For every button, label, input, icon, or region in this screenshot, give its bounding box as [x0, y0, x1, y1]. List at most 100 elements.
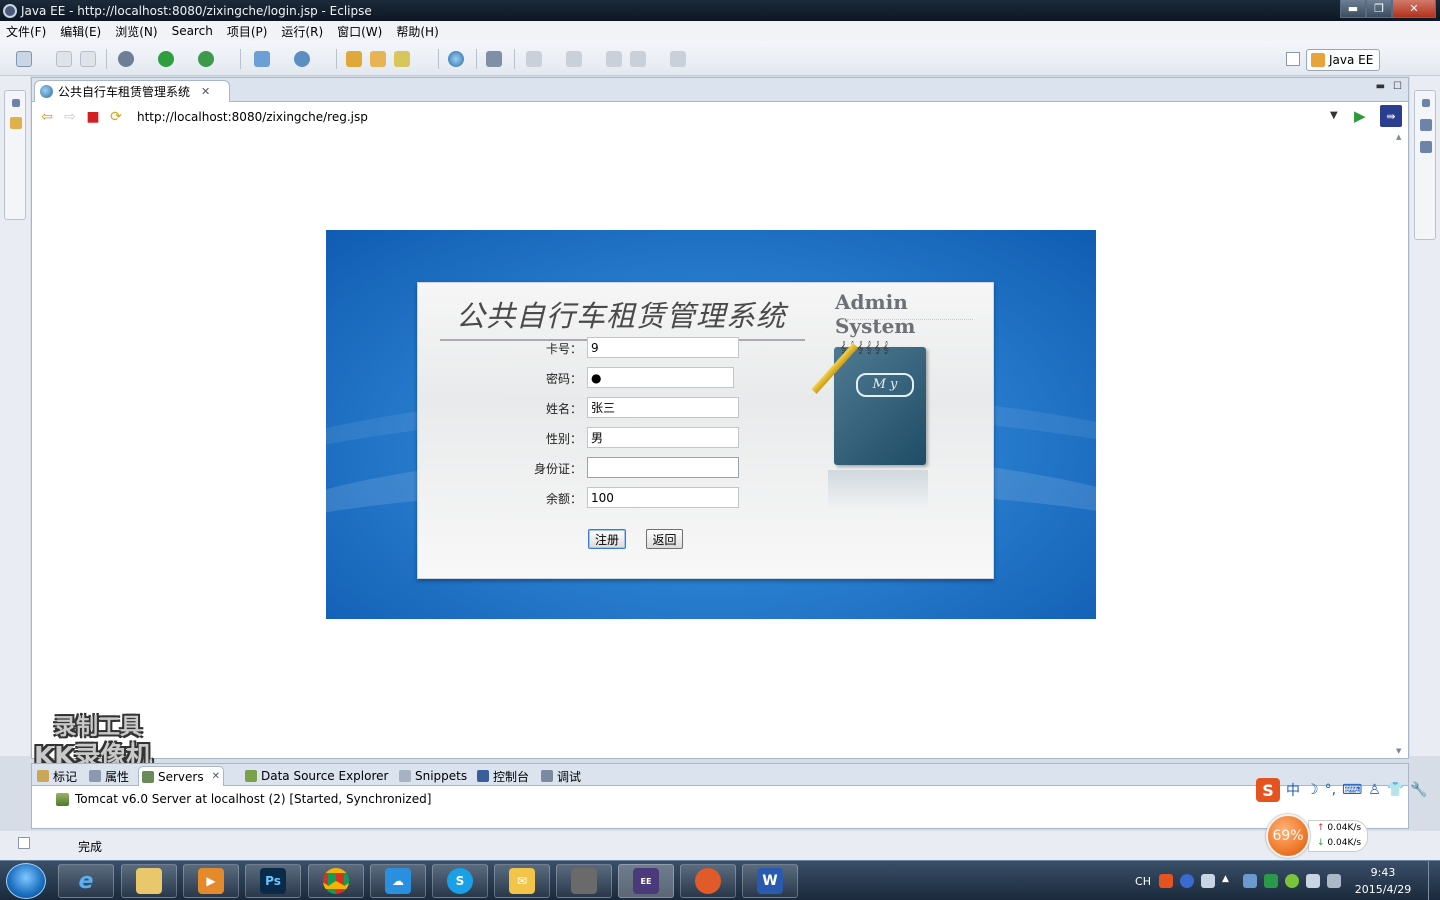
go-icon[interactable]: ▶ [1354, 107, 1372, 125]
taskbar-ie[interactable]: e [58, 864, 114, 898]
taskbar-word[interactable]: W [742, 864, 798, 898]
taskbar-photoshop[interactable]: Ps [245, 864, 301, 898]
help-tray-icon[interactable] [1180, 874, 1194, 888]
menu-search[interactable]: Search [172, 24, 213, 38]
menu-edit[interactable]: 编辑(E) [60, 23, 101, 40]
tab-data-source-explorer[interactable]: Data Source Explorer [242, 766, 391, 786]
scroll-down-icon[interactable]: ▼ [1396, 747, 1401, 755]
run-icon[interactable] [158, 51, 174, 67]
clock[interactable]: 9:43 2015/4/29 [1348, 864, 1418, 898]
minimize-view-icon[interactable]: ▬ [1376, 81, 1385, 92]
show-hidden-icon[interactable]: ▲ [1222, 874, 1236, 888]
ime-moon-icon[interactable]: ☽ [1306, 782, 1319, 798]
taskbar-kk-recorder[interactable] [556, 864, 612, 898]
stop-icon[interactable]: ■ [85, 109, 101, 125]
shield-tray-icon[interactable] [1264, 874, 1278, 888]
forward-arrow-icon[interactable] [670, 51, 686, 67]
last-edit-icon[interactable] [606, 51, 622, 67]
open-browser-icon[interactable] [448, 51, 464, 67]
taskbar-baidu-cloud[interactable]: ☁ [370, 864, 426, 898]
tab-snippets[interactable]: Snippets [396, 766, 470, 786]
id-card-input[interactable] [587, 457, 739, 478]
refresh-icon[interactable]: ⟳ [108, 109, 124, 125]
ime-skin-icon[interactable]: 👕 [1387, 782, 1404, 798]
menu-help[interactable]: 帮助(H) [396, 23, 438, 40]
taskbar-outlook[interactable]: ✉ [494, 864, 550, 898]
gender-input[interactable] [587, 427, 739, 448]
tab-console[interactable]: 控制台 [474, 766, 532, 786]
input-language[interactable]: CH [1135, 875, 1151, 888]
back-icon[interactable]: ⇦ [39, 109, 55, 125]
ime-user-icon[interactable]: ♙ [1368, 782, 1381, 798]
sogou-ime-icon[interactable]: S [1256, 778, 1280, 802]
tab-markers[interactable]: 标记 [34, 766, 80, 786]
ime-punctuation-icon[interactable]: °, [1325, 782, 1336, 798]
password-input[interactable] [587, 367, 734, 388]
task-list-icon[interactable] [1420, 141, 1432, 153]
show-desktop-button[interactable] [1428, 861, 1440, 900]
taskbar-java-app[interactable] [680, 864, 736, 898]
open-type-icon[interactable] [346, 51, 362, 67]
prev-annotation-icon[interactable] [566, 51, 582, 67]
taskbar-media-player[interactable]: ▶ [183, 864, 239, 898]
minimize-button[interactable]: ▬ [1340, 0, 1366, 18]
url-input[interactable] [132, 106, 1344, 128]
debug-icon[interactable] [118, 51, 134, 67]
menu-file[interactable]: 文件(F) [6, 23, 46, 40]
close-servers-icon[interactable]: ✕ [212, 771, 220, 782]
taskbar-chrome[interactable] [308, 864, 364, 898]
close-tab-icon[interactable]: ✕ [201, 85, 210, 98]
outline-icon[interactable] [1420, 119, 1432, 131]
restore-icon[interactable] [12, 99, 20, 107]
menu-run[interactable]: 运行(R) [281, 23, 323, 40]
device-tray-icon[interactable] [1201, 874, 1215, 888]
network-speed-widget[interactable]: ↑ 0.04K/s ↓ 0.04K/s 69% [1266, 812, 1368, 858]
tab-servers[interactable]: Servers ✕ [138, 766, 224, 786]
back-button[interactable]: 返回 [646, 529, 683, 549]
tab-debug[interactable]: 调试 [538, 766, 584, 786]
scroll-up-icon[interactable]: ▲ [1396, 133, 1404, 141]
ime-keyboard-icon[interactable]: ⌨ [1342, 782, 1362, 798]
menu-window[interactable]: 窗口(W) [337, 23, 382, 40]
java-ee-perspective-button[interactable]: Java EE [1306, 49, 1380, 71]
taskbar-java-ee-ide[interactable]: EE [618, 864, 674, 898]
close-button[interactable]: ✕ [1392, 0, 1436, 18]
tab-properties[interactable]: 属性 [86, 766, 132, 786]
monitor-tray-icon[interactable] [1243, 874, 1257, 888]
menu-project[interactable]: 项目(P) [227, 23, 268, 40]
new-server-icon[interactable] [254, 51, 270, 67]
next-annotation-icon[interactable] [526, 51, 542, 67]
name-input[interactable] [587, 397, 739, 418]
back-arrow-icon[interactable] [630, 51, 646, 67]
restore-icon[interactable] [1422, 99, 1430, 107]
print-icon[interactable] [80, 51, 96, 67]
new-icon[interactable] [16, 51, 32, 67]
sogou-tray-icon[interactable] [1159, 874, 1173, 888]
menu-navigate[interactable]: 浏览(N) [115, 23, 157, 40]
package-explorer-icon[interactable] [10, 117, 22, 129]
search-icon[interactable] [394, 51, 410, 67]
forward-icon[interactable]: ⇨ [62, 109, 78, 125]
save-icon[interactable] [56, 51, 72, 67]
external-tools-icon[interactable] [198, 51, 214, 67]
card-number-input[interactable] [587, 337, 739, 358]
ime-tools-icon[interactable]: 🔧 [1410, 782, 1427, 798]
start-button[interactable] [6, 863, 46, 899]
browser-options-icon[interactable]: ⇛ [1380, 105, 1402, 127]
new-class-icon[interactable] [294, 51, 310, 67]
open-perspective-icon[interactable] [1286, 52, 1300, 66]
network-tray-icon[interactable] [1327, 874, 1341, 888]
register-button[interactable]: 注册 [588, 529, 626, 549]
people-icon[interactable] [486, 51, 502, 67]
server-entry[interactable]: Tomcat v6.0 Server at localhost (2) [Sta… [56, 792, 431, 806]
green-plus-tray-icon[interactable] [1285, 874, 1299, 888]
vertical-scrollbar[interactable]: ▲ ▼ [1396, 133, 1404, 755]
fast-view-icon[interactable] [18, 837, 30, 849]
url-dropdown-icon[interactable]: ▼ [1330, 110, 1338, 121]
maximize-view-icon[interactable]: ☐ [1393, 81, 1402, 92]
ime-mode-chinese[interactable]: 中 [1286, 780, 1300, 800]
open-task-icon[interactable] [370, 51, 386, 67]
maximize-button[interactable]: ❐ [1366, 0, 1392, 18]
taskbar-explorer[interactable] [121, 864, 177, 898]
balance-input[interactable] [587, 487, 739, 508]
